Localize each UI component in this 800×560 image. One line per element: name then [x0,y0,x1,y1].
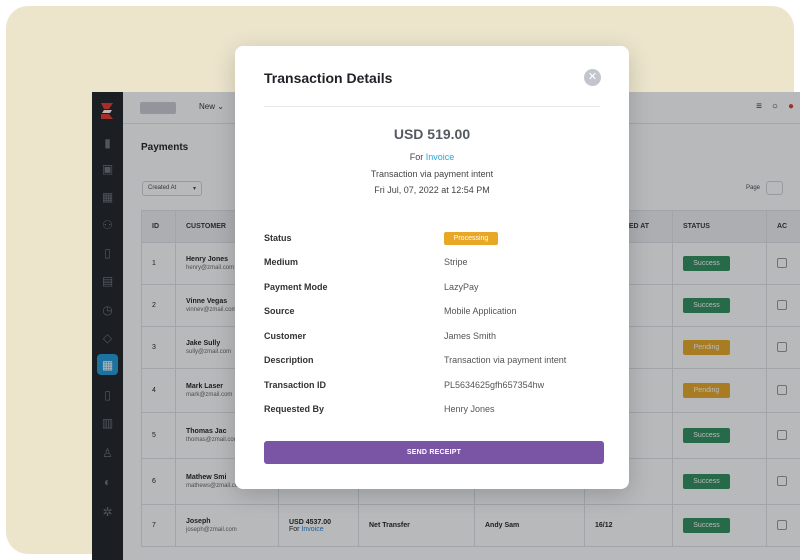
detail-label: Transaction ID [264,380,327,390]
transaction-amount: USD 519.00 [393,126,471,142]
transaction-date: Fri Jul, 07, 2022 at 12:54 PM [374,185,490,195]
transaction-details-modal: Transaction Details ✕ USD 519.00 For Inv… [235,46,629,489]
detail-row: Description Transaction via payment inten… [264,355,604,369]
close-icon[interactable]: ✕ [584,69,601,86]
detail-row: Source Mobile Application [264,306,604,320]
transaction-for: For Invoice [235,152,629,162]
invoice-link[interactable]: Invoice [426,152,455,162]
detail-row: Payment Mode LazyPay [264,282,604,296]
detail-label: Status [264,233,292,243]
detail-value: Stripe [444,257,468,267]
detail-row: Transaction ID PL5634625gfh657354hw [264,380,604,394]
detail-label: Payment Mode [264,282,328,292]
detail-row: Requested By Henry Jones [264,404,604,418]
detail-value: LazyPay [444,282,479,292]
detail-value: Henry Jones [444,404,495,414]
detail-label: Source [264,306,295,316]
detail-label: Customer [264,331,307,341]
detail-value: PL5634625gfh657354hw [444,380,545,390]
detail-row: Medium Stripe [264,257,604,271]
detail-value: James Smith [444,331,497,341]
detail-value: Transaction via payment intent [444,355,567,365]
send-receipt-button[interactable]: SEND RECEIPT [264,441,604,464]
transaction-via: Transaction via payment intent [370,169,494,179]
modal-divider [264,106,600,107]
detail-value: Mobile Application [444,306,517,316]
for-prefix: For [409,152,424,162]
detail-row: Status Processing [264,232,604,247]
detail-label: Medium [264,257,299,267]
detail-row: Customer James Smith [264,331,604,345]
detail-label: Requested By [264,404,325,414]
detail-label: Description [264,355,314,365]
modal-title: Transaction Details [264,70,393,86]
status-badge: Processing [444,232,498,245]
